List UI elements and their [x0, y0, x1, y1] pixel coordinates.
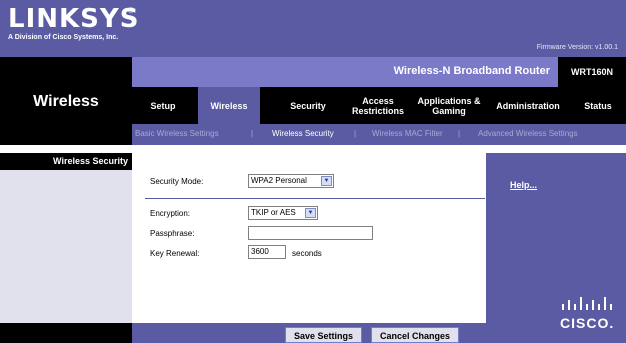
passphrase-input[interactable]	[248, 226, 373, 240]
subnav-separator: |	[251, 129, 254, 138]
passphrase-label: Passphrase:	[150, 229, 195, 238]
sidebar-footer	[0, 323, 132, 343]
security-mode-value: WPA2 Personal	[251, 176, 307, 185]
tab-access-restrictions[interactable]: Access Restrictions	[344, 87, 412, 124]
sub-navigation: Basic Wireless Settings | Wireless Secur…	[132, 124, 626, 145]
header-bar: LINKSYS ® A Division of Cisco Systems, I…	[0, 0, 626, 57]
separator-strip	[0, 145, 626, 153]
section-title: Wireless	[33, 93, 99, 110]
subnav-wireless-security[interactable]: Wireless Security	[272, 129, 334, 138]
divider	[145, 198, 485, 199]
linksys-logo: LINKSYS ® A Division of Cisco Systems, I…	[8, 6, 139, 42]
sidebar-title: Wireless Security	[0, 153, 132, 170]
tab-administration[interactable]: Administration	[486, 87, 570, 124]
save-settings-button[interactable]: Save Settings	[285, 327, 362, 343]
tab-status[interactable]: Status	[570, 87, 626, 124]
tab-security[interactable]: Security	[272, 87, 344, 124]
security-mode-label: Security Mode:	[150, 177, 204, 186]
logo-text: LINKSYS	[8, 4, 140, 34]
product-name: Wireless-N Broadband Router	[393, 65, 550, 77]
key-renewal-label: Key Renewal:	[150, 249, 200, 258]
main-tabs: Setup Wireless Security Access Restricti…	[132, 87, 626, 124]
subnav-separator: |	[458, 129, 461, 138]
encryption-label: Encryption:	[150, 209, 191, 218]
cisco-wordmark: CISCO.	[560, 315, 615, 331]
cancel-changes-button[interactable]: Cancel Changes	[371, 327, 459, 343]
encryption-select[interactable]: TKIP or AES ▼	[248, 206, 318, 220]
model-name: WRT160N	[558, 57, 626, 87]
tab-setup[interactable]: Setup	[132, 87, 194, 124]
subnav-advanced-wireless-settings[interactable]: Advanced Wireless Settings	[478, 129, 578, 138]
key-renewal-input[interactable]: 3600	[248, 245, 286, 259]
chevron-down-icon: ▼	[305, 208, 316, 218]
tab-wireless[interactable]: Wireless	[198, 87, 260, 124]
subnav-wireless-mac-filter[interactable]: Wireless MAC Filter	[372, 129, 443, 138]
help-link[interactable]: Help...	[510, 180, 537, 190]
product-bar: Wireless-N Broadband Router WRT160N	[132, 57, 626, 87]
firmware-version: Firmware Version: v1.00.1	[536, 44, 618, 51]
security-mode-select[interactable]: WPA2 Personal ▼	[248, 174, 334, 188]
tab-applications-gaming[interactable]: Applications & Gaming	[412, 87, 486, 124]
subnav-basic-wireless-settings[interactable]: Basic Wireless Settings	[135, 129, 219, 138]
cisco-logo-icon	[562, 297, 612, 310]
key-renewal-unit: seconds	[292, 249, 322, 258]
subnav-separator: |	[354, 129, 357, 138]
encryption-value: TKIP or AES	[251, 208, 296, 217]
left-sidebar	[0, 153, 132, 323]
chevron-down-icon: ▼	[321, 176, 332, 186]
logo-tagline: A Division of Cisco Systems, Inc.	[8, 34, 119, 41]
registered-mark: ®	[128, 6, 134, 15]
